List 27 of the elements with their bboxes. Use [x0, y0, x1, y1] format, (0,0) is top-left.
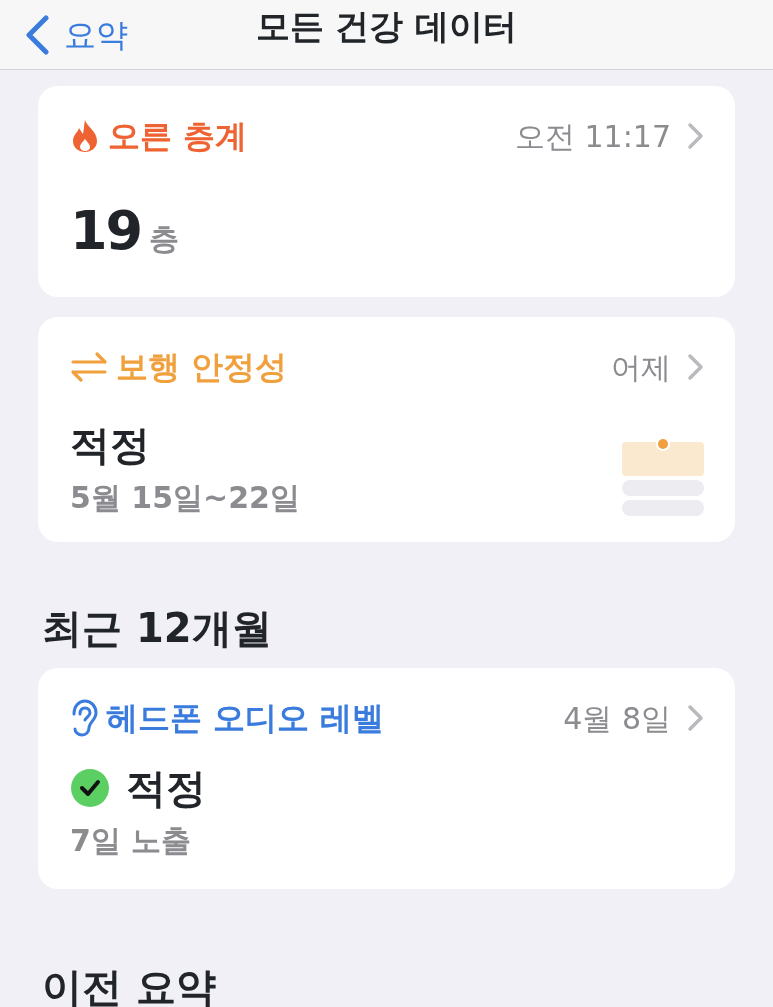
- status-text: 적정: [126, 764, 206, 813]
- timestamp: 어제: [611, 348, 671, 387]
- page-title: 모든 건강 데이터: [255, 6, 518, 46]
- card-title: 오른 층계: [108, 116, 248, 157]
- exposure-text: 7일 노출: [70, 822, 193, 860]
- timestamp: 4월 8일: [563, 699, 671, 738]
- check-circle-icon: [70, 768, 110, 808]
- chevron-right-icon: [687, 353, 705, 381]
- status-text: 적정: [70, 421, 151, 470]
- unit-label: 층: [149, 220, 180, 258]
- health-card[interactable]: 보행 안정성 어제 적정 5월 15일~22일: [38, 317, 735, 542]
- value-text: 19: [70, 204, 142, 258]
- ear-icon: [70, 699, 98, 737]
- back-chevron-icon: [24, 15, 50, 55]
- section-heading: 최근 12개월: [42, 606, 273, 650]
- chevron-right-icon: [687, 704, 705, 732]
- swap-arrows-icon: [70, 350, 108, 384]
- back-button[interactable]: 요약: [0, 0, 128, 70]
- health-card[interactable]: 오른 층계 오전 11:17 19 층: [38, 86, 735, 297]
- section-heading: 이전 요약: [42, 965, 217, 1007]
- timestamp: 오전 11:17: [515, 117, 671, 156]
- card-title: 보행 안정성: [116, 347, 288, 388]
- card-title: 헤드폰 오디오 레벨: [106, 698, 385, 739]
- flame-icon: [70, 119, 100, 153]
- chevron-right-icon: [687, 122, 705, 150]
- health-card[interactable]: 헤드폰 오디오 레벨 4월 8일 적정 7일 노출: [38, 668, 735, 889]
- date-range: 5월 15일~22일: [70, 479, 300, 517]
